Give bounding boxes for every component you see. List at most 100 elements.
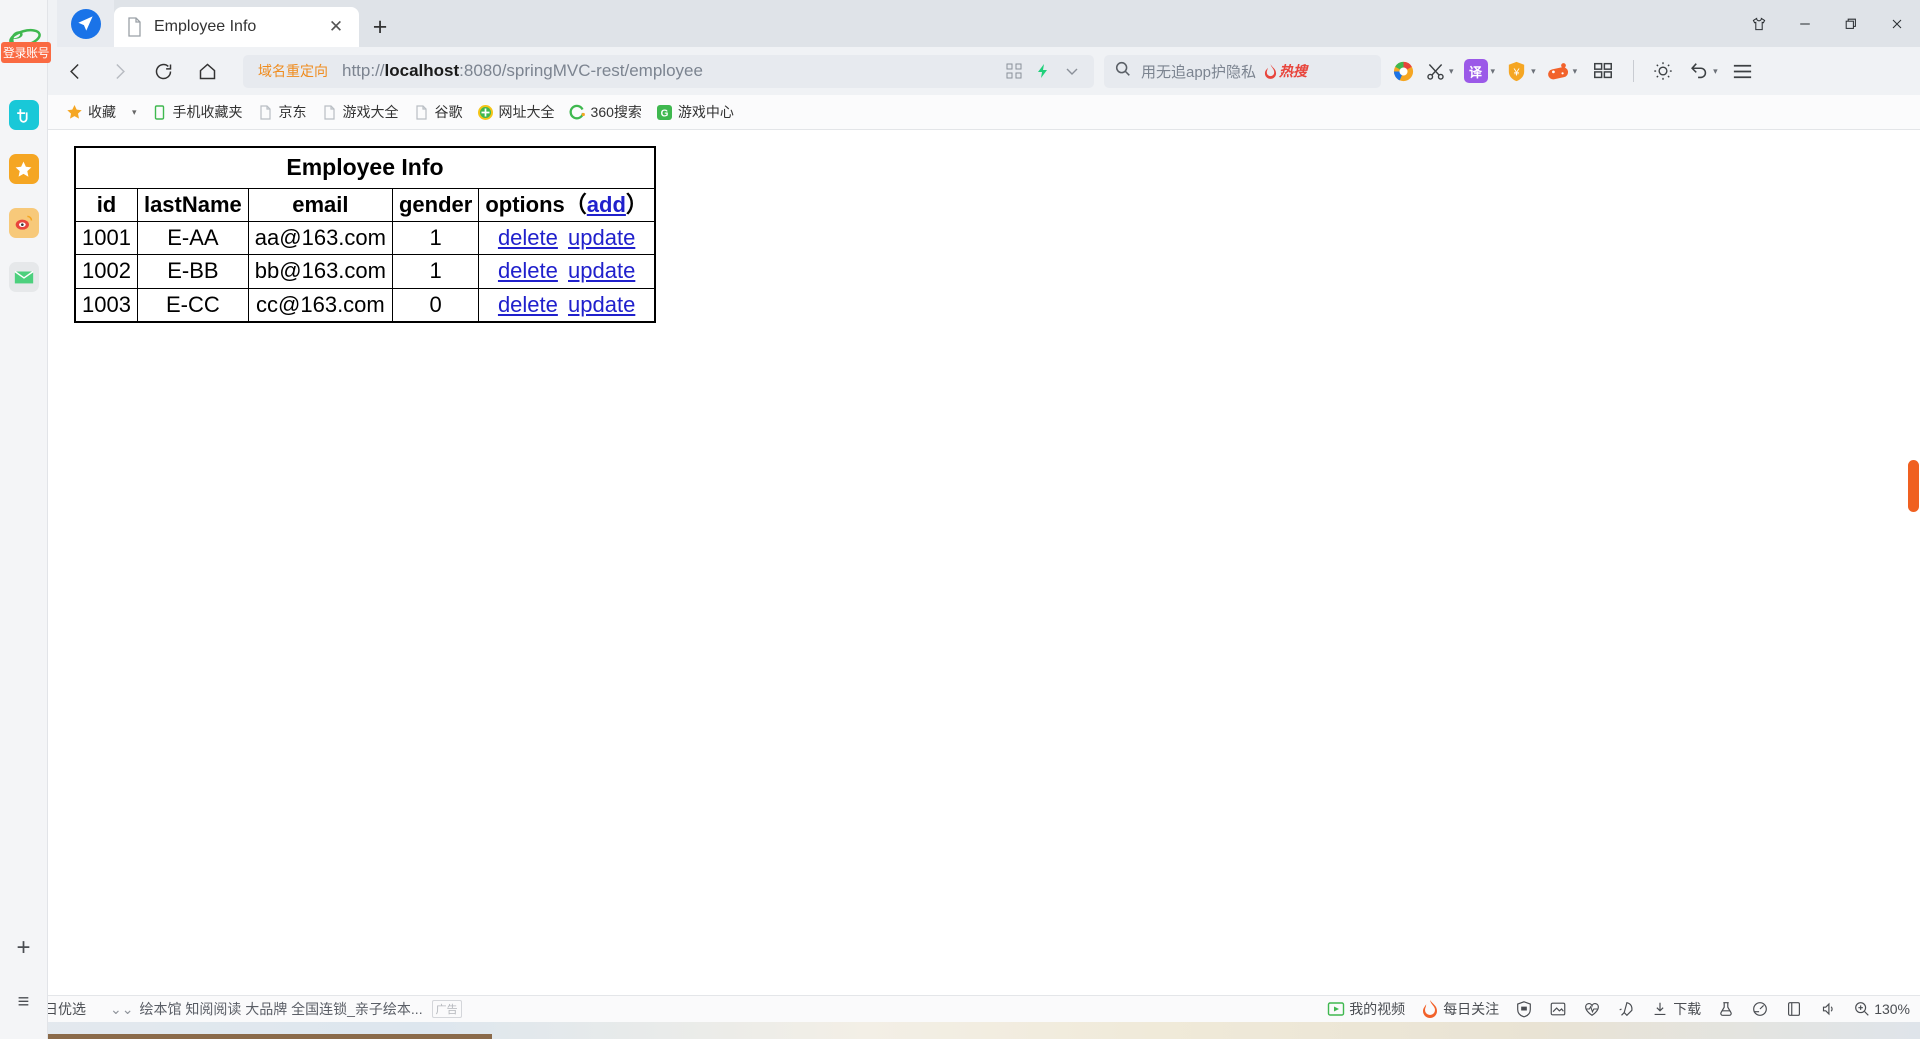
status-downloads[interactable]: 下载 xyxy=(1651,999,1701,1019)
lightning-icon[interactable] xyxy=(1030,58,1056,84)
bookmark-360search[interactable]: 360搜索 xyxy=(563,99,648,125)
chevron-double-down-icon[interactable]: ⌄⌄ xyxy=(110,1001,133,1018)
qrcode-icon[interactable] xyxy=(1001,58,1027,84)
cell-options: delete update xyxy=(478,254,656,289)
status-bar: 今日优选 ⌄⌄ 绘本馆 知阅阅读 大品牌 全国连锁_亲子绘本... 广告 我的视… xyxy=(0,995,1920,1022)
browser-tab[interactable]: Employee Info ✕ xyxy=(114,7,359,47)
menu-icon[interactable] xyxy=(1723,49,1768,93)
home-button[interactable] xyxy=(185,49,229,93)
reload-button[interactable] xyxy=(141,49,185,93)
status-speed[interactable] xyxy=(1751,1000,1769,1018)
status-sound[interactable] xyxy=(1819,1000,1837,1018)
status-screenshot[interactable] xyxy=(1549,1000,1567,1018)
apps-grid-icon[interactable] xyxy=(1582,49,1624,93)
bookmark-phone-favorites[interactable]: 手机收藏夹 xyxy=(145,99,249,125)
status-daily-focus[interactable]: 每日关注 xyxy=(1421,999,1499,1019)
status-health[interactable] xyxy=(1583,1000,1601,1018)
search-placeholder: 用无追app护隐私 xyxy=(1141,63,1257,81)
undo-icon[interactable]: ▾ xyxy=(1683,49,1723,93)
status-accelerate[interactable] xyxy=(1617,1000,1635,1018)
new-tab-button[interactable]: + xyxy=(359,7,401,47)
os-taskbar xyxy=(0,1022,1920,1039)
brightness-icon[interactable] xyxy=(1643,49,1683,93)
translate-icon[interactable]: 译 ▾ xyxy=(1459,49,1501,93)
delete-link[interactable]: delete xyxy=(498,225,558,250)
scissors-icon[interactable]: ▾ xyxy=(1420,49,1459,93)
status-my-video[interactable]: 我的视频 xyxy=(1327,999,1405,1019)
delete-link[interactable]: delete xyxy=(498,292,558,317)
status-label: 我的视频 xyxy=(1349,1001,1406,1017)
address-bar[interactable]: 域名重定向 http://localhost:8080/springMVC-re… xyxy=(243,54,1094,88)
bookmark-favorites[interactable]: 收藏 xyxy=(60,99,122,125)
update-link[interactable]: update xyxy=(568,292,635,317)
cell-options: delete update xyxy=(478,221,656,256)
table-caption-row: Employee Info xyxy=(74,146,656,189)
bookmark-google[interactable]: 谷歌 xyxy=(407,99,469,125)
status-ad-text[interactable]: 绘本馆 知阅阅读 大品牌 全国连锁_亲子绘本... xyxy=(139,999,422,1019)
update-link[interactable]: update xyxy=(568,258,635,283)
app-circle-icon[interactable] xyxy=(1387,49,1420,93)
hot-badge-label: 热搜 xyxy=(1279,63,1308,79)
bookmark-jd[interactable]: 京东 xyxy=(251,99,313,125)
cell-options: delete update xyxy=(478,287,656,323)
bookmark-label: 游戏大全 xyxy=(342,104,399,120)
update-link[interactable]: update xyxy=(568,225,635,250)
paper-plane-icon xyxy=(70,8,101,39)
sidebar-item-mail[interactable] xyxy=(8,262,39,292)
sidebar-list-button[interactable]: ≡ xyxy=(7,985,41,1019)
browser-logo-button[interactable] xyxy=(57,0,114,47)
ad-tag: 广告 xyxy=(431,1000,462,1018)
forward-button[interactable] xyxy=(97,49,141,93)
svg-text:G: G xyxy=(661,108,669,119)
hot-search-badge[interactable]: 热搜 xyxy=(1264,61,1307,81)
status-label: 下载 xyxy=(1673,1001,1702,1017)
col-header-id: id xyxy=(74,187,138,223)
table-caption: Employee Info xyxy=(74,146,656,189)
status-lab[interactable] xyxy=(1717,1000,1735,1018)
left-sidebar: e 登录账号 + ≡ xyxy=(0,0,52,1039)
table-row: 1002 E-BB bb@163.com 1 delete update xyxy=(74,254,656,289)
weibo-icon xyxy=(15,215,32,230)
bookmark-hao123[interactable]: 网址大全 xyxy=(471,99,561,125)
cell-gender: 1 xyxy=(391,221,480,256)
titlebar-drag-area xyxy=(401,0,1736,47)
status-reading-mode[interactable] xyxy=(1785,1000,1803,1018)
close-icon[interactable] xyxy=(1874,0,1920,47)
back-button[interactable] xyxy=(53,49,97,93)
cell-gender: 1 xyxy=(391,254,480,289)
cell-gender: 0 xyxy=(391,287,480,323)
sidebar-item-favorites[interactable] xyxy=(8,154,39,184)
phone-icon xyxy=(151,104,168,121)
zoom-level-control[interactable]: 130% xyxy=(1853,1000,1910,1018)
sidebar-add-button[interactable]: + xyxy=(7,931,41,965)
chevron-down-icon[interactable] xyxy=(1059,58,1085,84)
status-right-tools: 我的视频 每日关注 下载 130% xyxy=(1311,999,1910,1019)
tshirt-icon[interactable] xyxy=(1736,0,1782,47)
table-header-row: id lastName email gender options（add） xyxy=(74,187,656,223)
login-account-badge[interactable]: 登录账号 xyxy=(1,42,52,63)
cross-app-icon xyxy=(17,108,28,123)
coupon-shield-icon[interactable]: ¥ ▾ xyxy=(1500,49,1541,93)
page-icon xyxy=(257,104,274,121)
bookmark-label: 网址大全 xyxy=(498,104,555,120)
scrollbar-thumb[interactable] xyxy=(1908,460,1919,512)
page-scrollbar[interactable] xyxy=(1906,130,1920,995)
restore-icon[interactable] xyxy=(1828,0,1874,47)
bookmarks-bar: 收藏 ▾ 手机收藏夹 京东 游戏大全 谷歌 网址大全 360搜索 G 游戏中心 xyxy=(0,95,1920,130)
game-controller-icon[interactable]: ▾ xyxy=(1541,49,1583,93)
minimize-icon[interactable] xyxy=(1782,0,1828,47)
status-ad[interactable]: ⌄⌄ 绘本馆 知阅阅读 大品牌 全国连锁_亲子绘本... 广告 xyxy=(110,999,462,1019)
tab-title: Employee Info xyxy=(154,18,257,35)
col-header-gender: gender xyxy=(391,187,480,223)
add-link[interactable]: add xyxy=(587,192,626,217)
status-security[interactable] xyxy=(1515,1000,1533,1018)
bookmark-games[interactable]: 游戏大全 xyxy=(315,99,405,125)
close-icon[interactable]: ✕ xyxy=(325,16,347,38)
bookmarks-caret-icon[interactable]: ▾ xyxy=(124,107,145,118)
bookmark-game-center[interactable]: G 游戏中心 xyxy=(650,99,740,125)
sidebar-item-weibo[interactable] xyxy=(8,208,39,238)
search-box[interactable]: 用无追app护隐私 热搜 xyxy=(1104,54,1381,88)
delete-link[interactable]: delete xyxy=(498,258,558,283)
sidebar-item-app[interactable] xyxy=(8,100,39,130)
star-icon xyxy=(15,161,32,177)
